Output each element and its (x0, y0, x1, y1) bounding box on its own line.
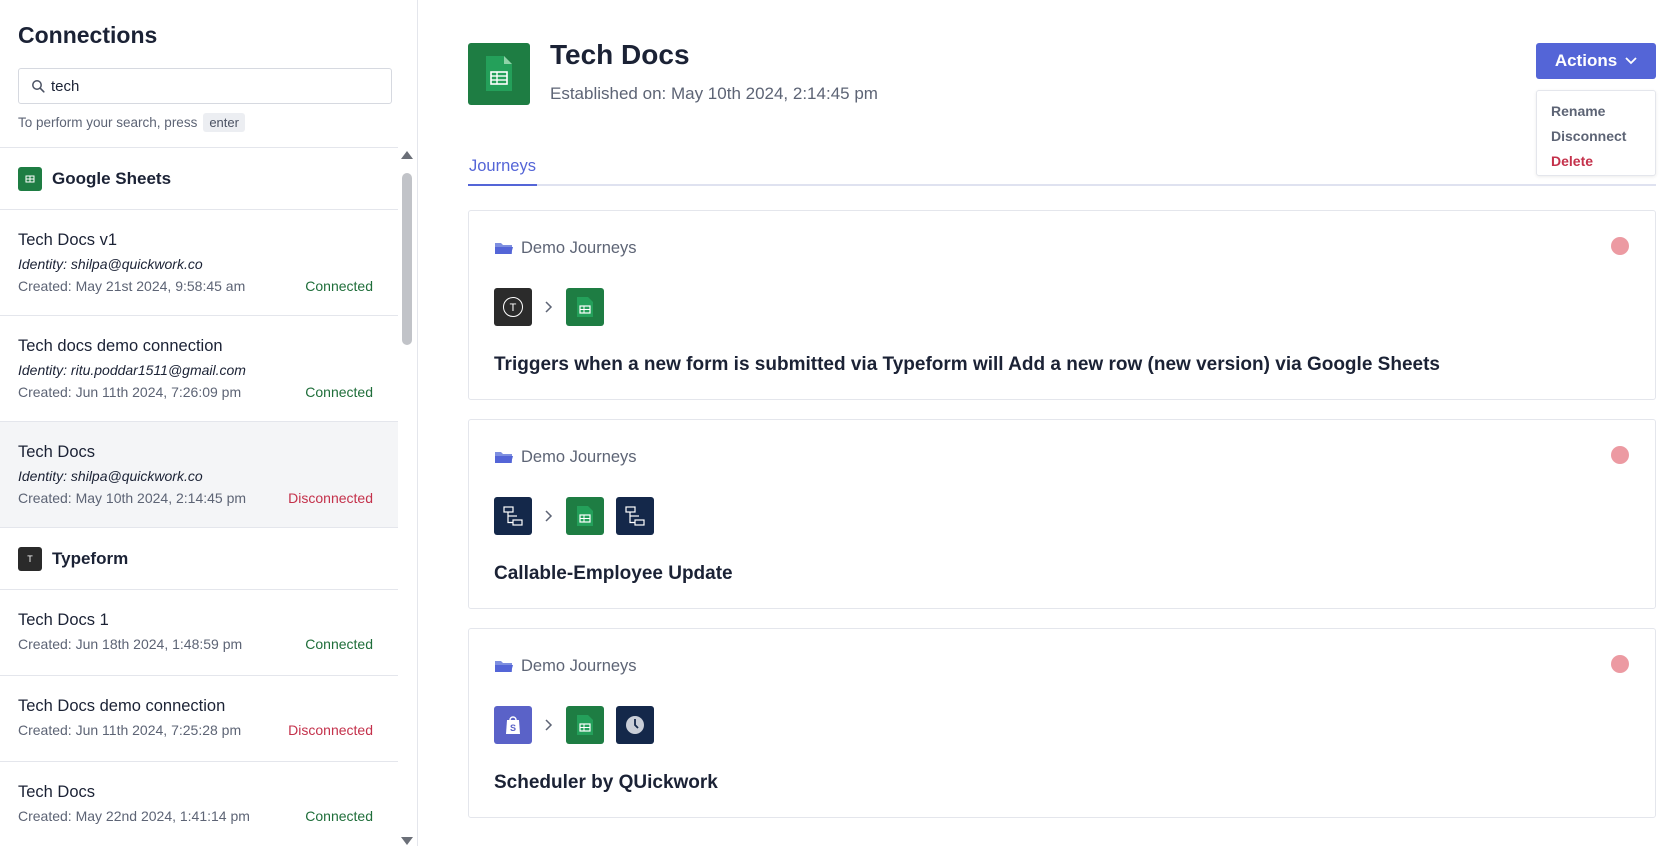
shopify-icon: S (494, 706, 532, 744)
typeform-icon: T (18, 546, 42, 571)
svg-text:S: S (510, 723, 516, 733)
journey-folder: Demo Journeys (494, 239, 637, 258)
chevron-right-icon (544, 300, 554, 314)
folder-name: Demo Journeys (521, 448, 637, 466)
list-scrollbar[interactable] (398, 147, 416, 846)
journey-folder: Demo Journeys (494, 657, 637, 676)
scrollbar-thumb[interactable] (402, 173, 412, 345)
group-name: Google Sheets (52, 168, 172, 188)
connections-sidebar: Connections To perform your search, pres… (0, 0, 418, 846)
connection-created: Created: Jun 18th 2024, 1:48:59 pm (18, 636, 243, 652)
status-dot (1611, 446, 1629, 464)
tab-bar: Journeys (468, 155, 1656, 186)
connection-created: Created: Jun 11th 2024, 7:25:28 pm (18, 722, 242, 738)
connection-created: Created: Jun 11th 2024, 7:26:09 pm (18, 384, 242, 400)
callable-flow-icon (494, 497, 532, 535)
scroll-down-arrow-icon[interactable] (401, 837, 413, 845)
connection-list: Google Sheets Tech Docs v1 Identity: shi… (0, 147, 398, 846)
folder-name: Demo Journeys (521, 657, 637, 675)
sidebar-title: Connections (18, 22, 158, 48)
connection-name: Tech docs demo connection (18, 337, 223, 355)
connection-name: Tech Docs v1 (18, 231, 118, 249)
group-name: Typeform (52, 548, 129, 568)
search-hint: To perform your search, press enter (18, 113, 245, 132)
connection-identity: Identity: shilpa@quickwork.co (18, 468, 203, 484)
established-date: Established on: May 10th 2024, 2:14:45 p… (550, 84, 878, 103)
page-title: Tech Docs (550, 39, 690, 70)
journey-description: Callable-Employee Update (494, 563, 733, 584)
folder-name: Demo Journeys (521, 239, 637, 257)
journey-steps: T (494, 288, 604, 326)
scroll-up-arrow-icon[interactable] (401, 151, 413, 159)
chevron-right-icon (544, 509, 554, 523)
tab-journeys[interactable]: Journeys (468, 155, 537, 186)
menu-item-rename[interactable]: Rename (1537, 99, 1655, 124)
folder-icon (495, 452, 513, 463)
journey-steps: S (494, 706, 654, 744)
menu-item-disconnect[interactable]: Disconnect (1537, 124, 1655, 149)
svg-text:T: T (510, 302, 517, 314)
group-header-google-sheets: Google Sheets (0, 148, 398, 210)
search-icon (32, 80, 45, 93)
connection-name: Tech Docs 1 (18, 611, 109, 629)
connection-created: Created: May 22nd 2024, 1:41:14 pm (18, 808, 250, 824)
group-header-typeform: T Typeform (0, 528, 398, 590)
google-sheets-icon (18, 166, 42, 191)
status-connected: Connected (305, 278, 373, 294)
typeform-icon: T (494, 288, 532, 326)
actions-button[interactable]: Actions (1536, 43, 1656, 79)
connection-item-selected[interactable]: Tech Docs Identity: shilpa@quickwork.co … (0, 422, 398, 528)
status-connected: Connected (305, 808, 373, 824)
chevron-right-icon (544, 718, 554, 732)
connection-item[interactable]: Tech Docs demo connection Created: Jun 1… (0, 676, 398, 762)
connection-name: Tech Docs (18, 783, 96, 801)
search-box[interactable] (18, 68, 392, 104)
chevron-down-icon (1625, 57, 1637, 65)
google-sheets-icon (566, 288, 604, 326)
search-input[interactable] (51, 69, 381, 103)
connection-identity: Identity: shilpa@quickwork.co (18, 256, 203, 272)
google-sheets-icon (566, 706, 604, 744)
enter-key-badge: enter (203, 113, 245, 132)
connection-created: Created: May 10th 2024, 2:14:45 pm (18, 490, 247, 506)
google-sheets-icon (566, 497, 604, 535)
status-connected: Connected (305, 384, 373, 400)
connection-item[interactable]: Tech docs demo connection Identity: ritu… (0, 316, 398, 422)
folder-icon (495, 661, 513, 672)
connection-created: Created: May 21st 2024, 9:58:45 am (18, 278, 246, 294)
google-sheets-logo-icon (468, 43, 530, 105)
callable-flow-icon (616, 497, 654, 535)
journey-folder: Demo Journeys (494, 448, 637, 467)
connection-detail: Tech Docs Established on: May 10th 2024,… (418, 0, 1668, 846)
connection-item[interactable]: Tech Docs 1 Created: Jun 18th 2024, 1:48… (0, 590, 398, 676)
journey-card[interactable]: Demo Journeys Callable-Employee Update (468, 419, 1656, 609)
connection-identity: Identity: ritu.poddar1511@gmail.com (18, 362, 246, 378)
journey-card[interactable]: Demo Journeys T Triggers when a new form… (468, 210, 1656, 400)
connection-name: Tech Docs demo connection (18, 697, 226, 715)
clock-icon (616, 706, 654, 744)
connection-name: Tech Docs (18, 443, 96, 461)
journey-card[interactable]: Demo Journeys S Scheduler by QUickwork (468, 628, 1656, 818)
journey-steps (494, 497, 654, 535)
status-dot (1611, 655, 1629, 673)
search-hint-text: To perform your search, press (18, 115, 198, 130)
journey-description: Triggers when a new form is submitted vi… (494, 354, 1440, 375)
status-disconnected: Disconnected (288, 490, 373, 506)
status-disconnected: Disconnected (288, 722, 373, 738)
status-dot (1611, 237, 1629, 255)
connection-item[interactable]: Tech Docs v1 Identity: shilpa@quickwork.… (0, 210, 398, 316)
actions-button-label: Actions (1554, 51, 1618, 70)
status-connected: Connected (305, 636, 373, 652)
connection-item[interactable]: Tech Docs Created: May 22nd 2024, 1:41:1… (0, 762, 398, 846)
folder-icon (495, 243, 513, 254)
journey-description: Scheduler by QUickwork (494, 772, 718, 793)
